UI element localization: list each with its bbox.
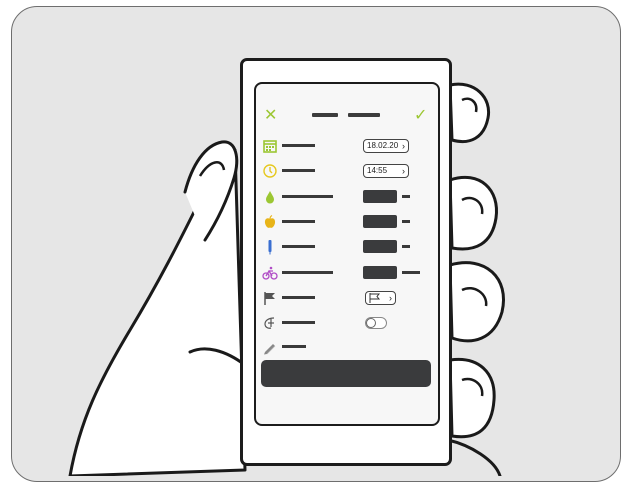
tag-row[interactable]: › — [256, 287, 438, 309]
row-label — [282, 245, 315, 248]
value-input[interactable] — [363, 266, 397, 279]
row-label — [282, 144, 315, 147]
unit-placeholder — [402, 271, 420, 274]
apple-icon — [264, 214, 276, 228]
date-row[interactable]: 18.02.20 › — [256, 135, 438, 157]
flag-icon — [369, 293, 381, 303]
blood-drop-icon — [266, 191, 274, 204]
time-row[interactable]: 14:55 › — [256, 160, 438, 182]
custom-row[interactable] — [256, 312, 438, 334]
pencil-icon — [264, 344, 276, 355]
chevron-right-icon: › — [402, 166, 405, 176]
title-placeholder — [312, 113, 338, 117]
unit-placeholder — [402, 220, 410, 223]
chevron-right-icon: › — [402, 141, 405, 151]
bike-icon — [262, 266, 278, 280]
time-selector[interactable]: 14:55 › — [363, 164, 409, 178]
row-label — [282, 345, 306, 348]
activity-row[interactable] — [256, 262, 438, 284]
toggle-knob — [366, 318, 376, 328]
date-value: 18.02.20 — [367, 141, 399, 150]
date-selector[interactable]: 18.02.20 › — [363, 139, 409, 153]
chevron-right-icon: › — [389, 293, 392, 303]
tag-selector[interactable]: › — [365, 291, 396, 305]
toggle-switch[interactable] — [365, 317, 387, 329]
row-label — [282, 220, 315, 223]
calendar-icon — [263, 140, 277, 153]
time-value: 14:55 — [367, 166, 388, 175]
carbs-row[interactable] — [256, 211, 438, 233]
close-icon[interactable]: ✕ — [264, 108, 277, 124]
row-label — [282, 296, 315, 299]
row-label — [282, 169, 315, 172]
custom-icon — [264, 317, 275, 329]
value-input[interactable] — [363, 240, 397, 253]
save-button[interactable] — [261, 360, 431, 387]
value-input[interactable] — [363, 215, 397, 228]
unit-placeholder — [402, 245, 410, 248]
value-input[interactable] — [363, 190, 397, 203]
phone-screen: ✕ ✓ 18.02.20 › 14:55 › › — [254, 82, 440, 426]
flag-icon — [264, 292, 275, 305]
row-label — [282, 195, 333, 198]
note-row[interactable] — [256, 336, 438, 358]
clock-icon — [263, 164, 277, 178]
blood-glucose-row[interactable] — [256, 186, 438, 208]
unit-placeholder — [402, 195, 410, 198]
insulin-row[interactable] — [256, 236, 438, 258]
check-icon[interactable]: ✓ — [414, 108, 427, 124]
syringe-icon — [268, 240, 272, 255]
row-label — [282, 321, 315, 324]
row-label — [282, 271, 333, 274]
title-placeholder — [348, 113, 380, 117]
